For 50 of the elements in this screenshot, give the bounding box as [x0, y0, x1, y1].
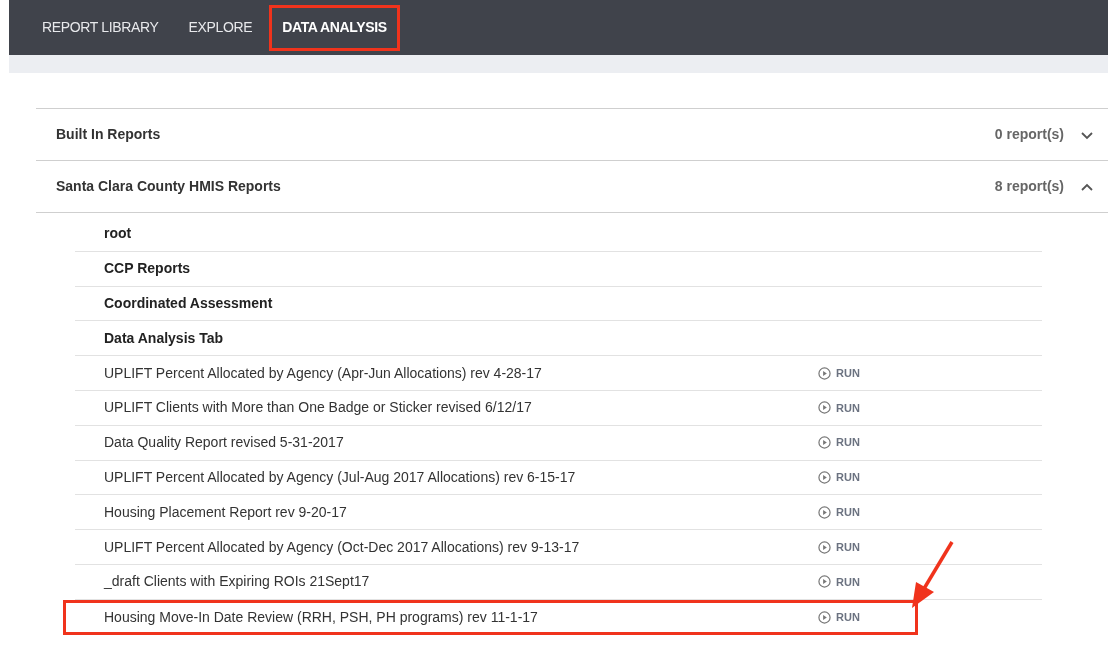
folder-row[interactable]: Coordinated Assessment [75, 286, 1042, 322]
report-name: UPLIFT Percent Allocated by Agency (Jul-Aug 2017 Allocations) rev 6-15-17 [104, 467, 577, 487]
report-row[interactable]: UPLIFT Clients with More than One Badge or Sticker revised 6/12/17 RUN [75, 391, 1042, 426]
nav-tab[interactable]: DATA ANALYSIS [269, 4, 400, 51]
play-icon [818, 505, 831, 519]
report-name: _draft Clients with Expiring ROIs 21Sept17 [104, 572, 371, 592]
folder-name: Coordinated Assessment [104, 294, 273, 313]
run-button[interactable]: RUN [818, 573, 860, 591]
section-title: Built In Reports [56, 125, 162, 144]
report-row[interactable]: Data Quality Report revised 5-31-2017 RUN [75, 425, 1042, 461]
run-button[interactable]: RUN [818, 469, 860, 486]
chevron-down-icon[interactable] [1080, 129, 1094, 140]
report-name: UPLIFT Percent Allocated by Agency (Apr-Jun Allocations) rev 4-28-17 [104, 363, 543, 383]
play-icon [818, 436, 831, 450]
play-icon [818, 575, 831, 589]
folder-name: CCP Reports [104, 259, 191, 279]
run-button[interactable]: RUN [818, 364, 860, 382]
report-row[interactable]: Housing Placement Report rev 9-20-17 RUN [75, 495, 1042, 531]
nav-tab[interactable]: EXPLORE [175, 4, 266, 51]
folder-row[interactable]: Data Analysis Tab [75, 321, 1042, 357]
play-icon [818, 401, 831, 415]
report-count: 0 report(s) [994, 125, 1064, 144]
report-row[interactable]: UPLIFT Percent Allocated by Agency (Jul-Aug 2017 Allocations) rev 6-15-17 RUN [75, 460, 1042, 496]
report-row[interactable]: UPLIFT Percent Allocated by Agency (Oct-Dec 2017 Allocations) rev 9-13-17 RUN [75, 530, 1042, 565]
report-name: Housing Move-In Date Review (RRH, PSH, PH programs) rev 11-1-17 [104, 607, 539, 627]
folder-row[interactable]: root [75, 217, 1042, 252]
run-button[interactable]: RUN [818, 608, 860, 626]
report-count: 8 report(s) [994, 177, 1064, 196]
run-button[interactable]: RUN [818, 399, 860, 417]
report-row[interactable]: Housing Move-In Date Review (RRH, PSH, PH programs) rev 11-1-17 RUN [63, 599, 918, 635]
nav-tab[interactable]: REPORT LIBRARY [29, 4, 172, 51]
report-name: Housing Placement Report rev 9-20-17 [104, 502, 348, 522]
play-icon [818, 540, 831, 554]
folder-name: root [104, 224, 132, 244]
run-button[interactable]: RUN [818, 504, 860, 521]
section-header[interactable]: Built In Reports 0 report(s) [36, 109, 1108, 161]
report-name: UPLIFT Clients with More than One Badge or Sticker revised 6/12/17 [104, 398, 533, 418]
report-name: UPLIFT Percent Allocated by Agency (Oct-Dec 2017 Allocations) rev 9-13-17 [104, 537, 581, 557]
play-icon [818, 366, 831, 380]
folder-name: Data Analysis Tab [104, 328, 224, 348]
chevron-up-icon[interactable] [1080, 181, 1094, 192]
section-header[interactable]: Santa Clara County HMIS Reports 8 report(s) [36, 161, 1108, 213]
play-icon [818, 610, 831, 624]
section-title: Santa Clara County HMIS Reports [56, 177, 282, 196]
play-icon [818, 470, 831, 484]
run-button[interactable]: RUN [818, 434, 860, 451]
folder-row[interactable]: CCP Reports [75, 251, 1042, 287]
report-name: Data Quality Report revised 5-31-2017 [104, 433, 345, 453]
run-button[interactable]: RUN [818, 538, 860, 556]
report-row[interactable]: UPLIFT Percent Allocated by Agency (Apr-Jun Allocations) rev 4-28-17 RUN [75, 356, 1042, 391]
